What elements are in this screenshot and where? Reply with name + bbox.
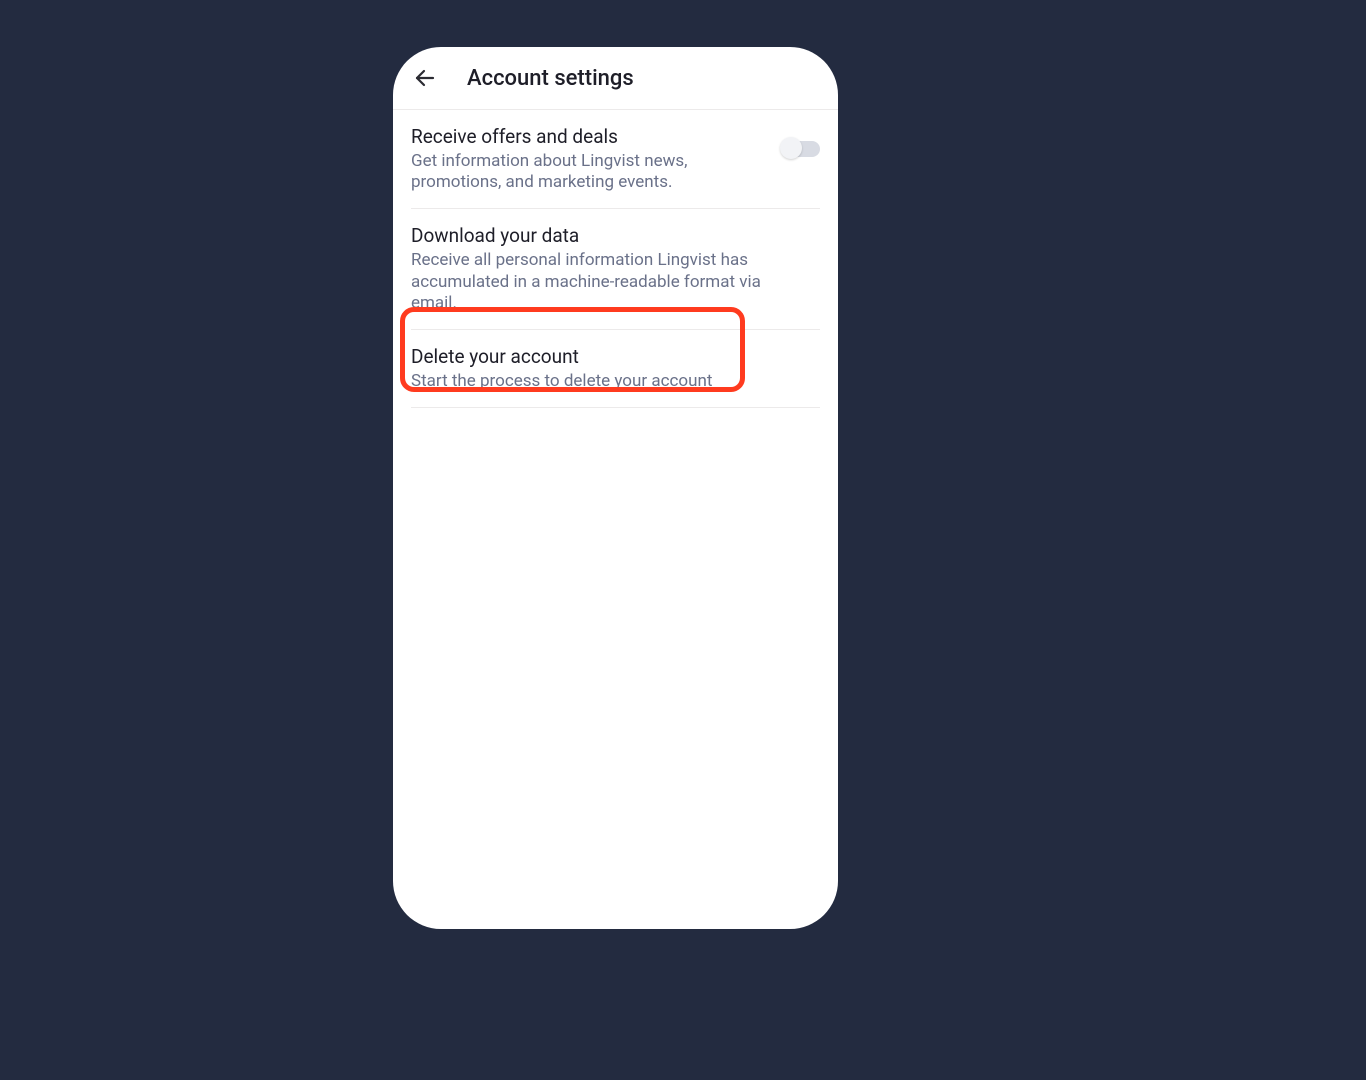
setting-title: Delete your account	[411, 345, 810, 370]
page-title: Account settings	[467, 66, 634, 91]
back-button[interactable]	[409, 62, 441, 94]
setting-text: Download your data Receive all personal …	[411, 224, 820, 315]
toggle-knob	[780, 137, 802, 159]
setting-title: Receive offers and deals	[411, 125, 772, 150]
setting-receive-offers[interactable]: Receive offers and deals Get information…	[411, 110, 820, 209]
app-bar: Account settings	[393, 47, 838, 110]
setting-delete-account[interactable]: Delete your account Start the process to…	[411, 330, 820, 407]
setting-text: Delete your account Start the process to…	[411, 345, 820, 392]
setting-text: Receive offers and deals Get information…	[411, 125, 782, 194]
phone-frame: Account settings Receive offers and deal…	[393, 47, 838, 929]
setting-description: Receive all personal information Lingvis…	[411, 250, 810, 315]
offers-toggle[interactable]	[782, 141, 820, 157]
settings-list: Receive offers and deals Get information…	[393, 110, 838, 408]
setting-download-data[interactable]: Download your data Receive all personal …	[411, 209, 820, 330]
setting-title: Download your data	[411, 224, 810, 249]
setting-description: Start the process to delete your account	[411, 371, 810, 393]
setting-description: Get information about Lingvist news, pro…	[411, 151, 772, 195]
arrow-left-icon	[413, 66, 437, 90]
